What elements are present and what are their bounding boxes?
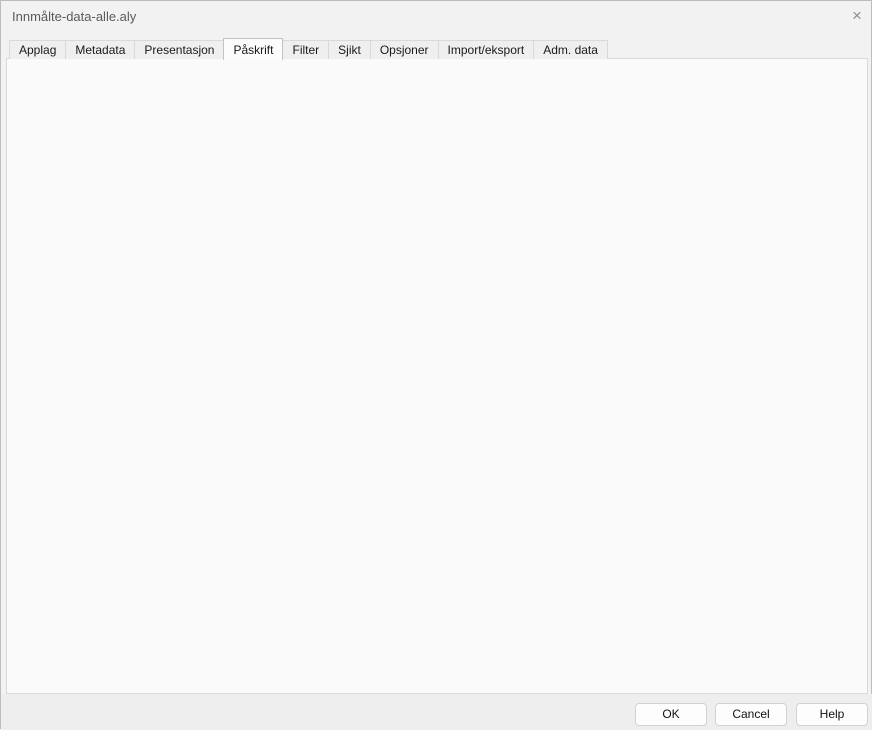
dialog-window: Innmålte-data-alle.aly × Applag Metadata…: [0, 0, 872, 729]
tab-sjikt[interactable]: Sjikt: [328, 40, 371, 59]
cancel-button[interactable]: Cancel: [715, 703, 787, 726]
close-icon[interactable]: ×: [846, 5, 868, 27]
tab-filter[interactable]: Filter: [282, 40, 329, 59]
tab-page: [6, 58, 868, 694]
help-button[interactable]: Help: [796, 703, 868, 726]
tab-opsjoner[interactable]: Opsjoner: [370, 40, 439, 59]
tab-import-eksport[interactable]: Import/eksport: [438, 40, 535, 59]
tab-paaskrift[interactable]: Påskrift: [223, 38, 283, 60]
tab-adm-data[interactable]: Adm. data: [533, 40, 608, 59]
window-title: Innmålte-data-alle.aly: [12, 9, 136, 24]
tab-strip: Applag Metadata Presentasjon Påskrift Fi…: [9, 38, 607, 59]
tab-presentasjon[interactable]: Presentasjon: [134, 40, 224, 59]
tab-metadata[interactable]: Metadata: [65, 40, 135, 59]
ok-button[interactable]: OK: [635, 703, 707, 726]
tab-applag[interactable]: Applag: [9, 40, 66, 59]
